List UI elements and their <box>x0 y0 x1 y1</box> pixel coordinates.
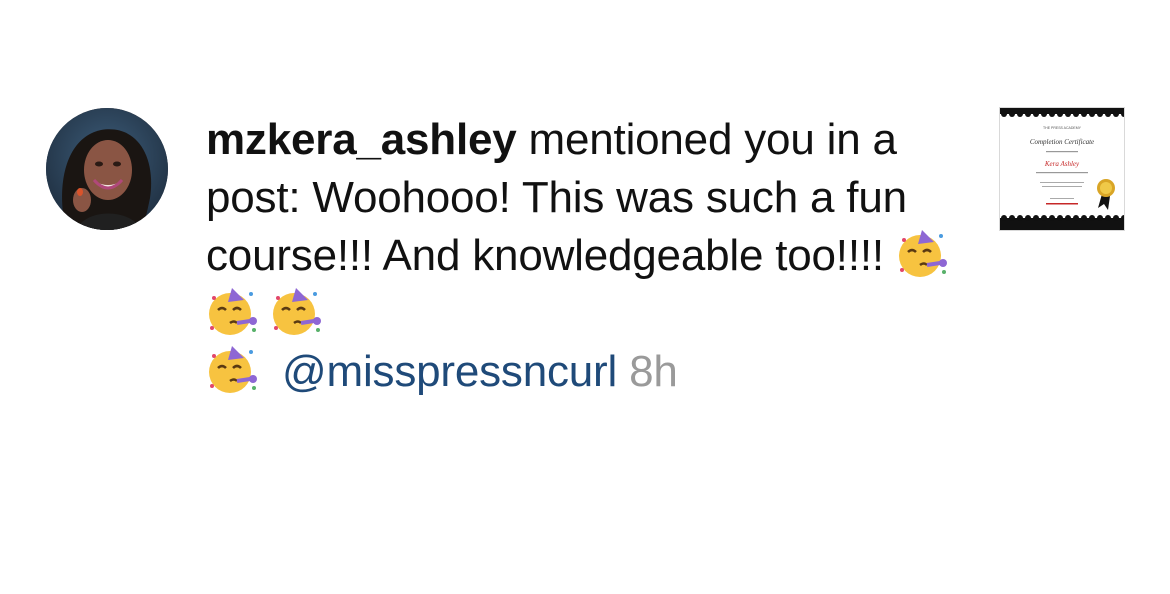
certificate-name: Kera Ashley <box>1044 160 1080 168</box>
partying-face-icon <box>206 344 260 398</box>
notification-text[interactable]: mzkera_ashley mentioned you in a post: W… <box>206 111 976 401</box>
partying-face-icon <box>896 228 950 282</box>
certificate-header: THE PRESS ACADEMY <box>1043 126 1082 130</box>
timestamp: 8h <box>629 347 678 396</box>
user-avatar[interactable] <box>46 108 168 230</box>
avatar-photo <box>46 108 168 230</box>
partying-face-icon <box>270 286 324 340</box>
mention-link[interactable]: @misspressncurl <box>282 347 617 396</box>
post-thumbnail[interactable]: THE PRESS ACADEMY Completion Certificate… <box>1000 108 1124 230</box>
username-link[interactable]: mzkera_ashley <box>206 115 517 164</box>
partying-face-icon <box>206 286 260 340</box>
certificate-title: Completion Certificate <box>1030 138 1094 146</box>
certificate-image: THE PRESS ACADEMY Completion Certificate… <box>1000 108 1124 230</box>
